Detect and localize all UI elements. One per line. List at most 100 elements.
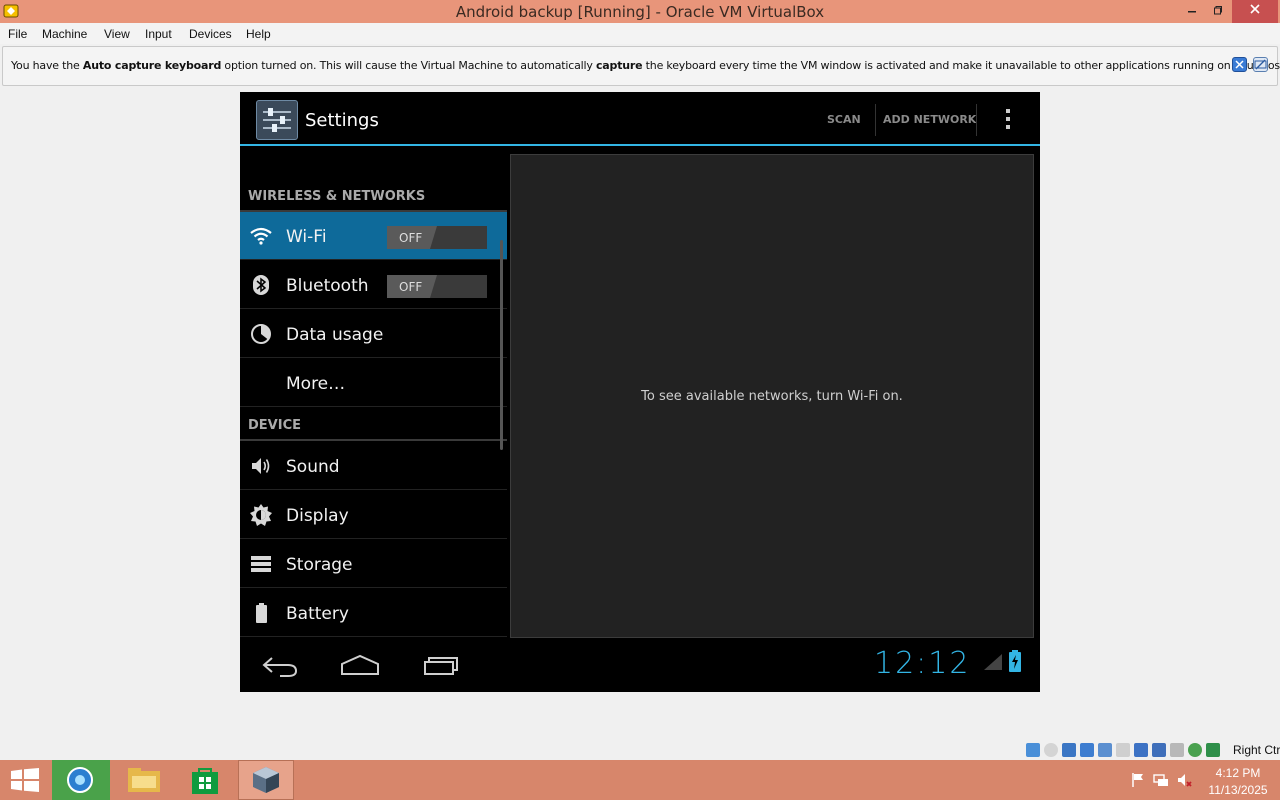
settings-item-storage[interactable]: Storage (240, 540, 507, 588)
menu-help[interactable]: Help (246, 27, 271, 41)
action-divider (875, 104, 876, 136)
info-icon (1235, 60, 1244, 69)
recent-apps-icon[interactable] (421, 652, 461, 678)
menu-file[interactable]: File (8, 27, 27, 41)
section-device: DEVICE (248, 418, 301, 433)
menu-view[interactable]: View (104, 27, 130, 41)
data-usage-icon (251, 324, 271, 344)
android-clock: 12:12 (874, 646, 971, 681)
start-button[interactable] (0, 760, 56, 800)
wifi-detail-pane: To see available networks, turn Wi-Fi on… (510, 154, 1034, 638)
taskbar-file-explorer[interactable] (115, 760, 173, 800)
battery-icon (256, 603, 267, 623)
taskbar-store[interactable] (177, 760, 233, 800)
menu-input[interactable]: Input (145, 27, 172, 41)
sound-label: Sound (286, 457, 340, 477)
more-label: More… (286, 374, 346, 394)
add-network-button[interactable]: ADD NETWORK (883, 113, 976, 126)
taskbar-time[interactable]: 4:12 PM (1208, 766, 1268, 780)
storage-label: Storage (286, 555, 353, 575)
vm-status-bar: Right Ctrl (1024, 741, 1280, 759)
windows-taskbar: 4:12 PM 11/13/2025 (0, 760, 1280, 800)
taskbar-virtualbox[interactable] (238, 760, 294, 800)
mouse-integration-icon[interactable] (1170, 743, 1184, 757)
taskbar-browser[interactable] (52, 760, 110, 800)
shared-folders-icon[interactable] (1116, 743, 1130, 757)
host-key-label: Right Ctrl (1233, 743, 1280, 757)
menu-bar: File Machine View Input Devices Help (0, 23, 1280, 44)
data-usage-label: Data usage (286, 325, 384, 345)
video-capture-icon[interactable] (1152, 743, 1166, 757)
settings-list-scrollbar[interactable] (500, 240, 503, 450)
settings-list[interactable]: WIRELESS & NETWORKS Wi-Fi OFF Bluetooth (240, 148, 507, 638)
hard-disk-icon[interactable] (1026, 743, 1040, 757)
notice-info-button[interactable] (1232, 57, 1247, 72)
bluetooth-label: Bluetooth (286, 276, 369, 296)
audio-icon[interactable] (1062, 743, 1076, 757)
settings-item-data-usage[interactable]: Data usage (240, 310, 507, 358)
notice-text-1: You have the (11, 59, 83, 72)
speaker-icon (252, 458, 270, 474)
store-icon (192, 768, 218, 794)
settings-item-sound[interactable]: Sound (240, 442, 507, 490)
notice-message: You have the Auto capture keyboard optio… (11, 59, 1280, 72)
vm-display[interactable]: Settings SCAN ADD NETWORK WIRELESS & NET… (240, 92, 1040, 692)
notice-text-3: the keyboard every time the VM window is… (642, 59, 1280, 72)
close-button[interactable] (1232, 0, 1278, 23)
display-label: Display (286, 506, 349, 526)
action-divider (976, 104, 977, 136)
virtualization-icon[interactable] (1188, 743, 1202, 757)
keyboard-capture-icon[interactable] (1206, 743, 1220, 757)
scan-button[interactable]: SCAN (827, 113, 861, 126)
close-icon (1250, 4, 1260, 14)
network-tray-icon[interactable] (1153, 772, 1169, 788)
notice-bold-2: capture (595, 59, 643, 72)
display-settings-icon[interactable] (1134, 743, 1148, 757)
settings-item-more[interactable]: More… (240, 359, 507, 407)
wifi-off-message: To see available networks, turn Wi-Fi on… (641, 389, 903, 404)
browser-globe-icon (67, 767, 93, 793)
usb-icon[interactable] (1098, 743, 1112, 757)
windows-logo-icon (11, 768, 39, 792)
settings-item-bluetooth[interactable]: Bluetooth OFF (240, 261, 507, 309)
brightness-icon (250, 504, 272, 526)
storage-icon (251, 556, 271, 572)
notice-text-2: option turned on. This will cause the Vi… (221, 59, 596, 72)
wifi-icon (250, 227, 272, 245)
network-icon[interactable] (1080, 743, 1094, 757)
settings-sliders-icon (263, 108, 291, 132)
settings-app-icon[interactable] (256, 100, 298, 140)
settings-title: Settings (305, 110, 379, 131)
overflow-menu-button[interactable] (1002, 109, 1014, 133)
settings-item-battery[interactable]: Battery (240, 589, 507, 637)
back-icon[interactable] (260, 652, 300, 678)
battery-label: Battery (286, 604, 349, 624)
minimize-button[interactable] (1178, 0, 1206, 23)
window-title-bar[interactable]: Android backup [Running] - Oracle VM Vir… (0, 0, 1280, 23)
action-center-flag-icon[interactable] (1130, 772, 1146, 788)
keyboard-capture-notice: You have the Auto capture keyboard optio… (2, 46, 1280, 86)
battery-charging-icon (1009, 650, 1021, 672)
folder-icon (128, 768, 160, 792)
bluetooth-toggle-state: OFF (399, 280, 423, 294)
settings-item-display[interactable]: Display (240, 491, 507, 539)
menu-machine[interactable]: Machine (42, 27, 87, 41)
section-divider (240, 439, 507, 441)
notice-bold-1: Auto capture keyboard (82, 59, 222, 72)
settings-item-wifi[interactable]: Wi-Fi OFF (240, 212, 507, 260)
optical-drive-icon[interactable] (1044, 743, 1058, 757)
taskbar-date[interactable]: 11/13/2025 (1206, 783, 1270, 797)
volume-muted-icon[interactable] (1177, 772, 1193, 788)
signal-icon (984, 654, 1002, 670)
section-wireless-networks: WIRELESS & NETWORKS (248, 189, 426, 204)
home-icon[interactable] (340, 652, 380, 678)
dismiss-message-icon (1254, 59, 1267, 70)
bluetooth-icon (253, 275, 269, 295)
minimize-icon (1188, 11, 1196, 13)
restore-button[interactable] (1204, 0, 1232, 23)
menu-devices[interactable]: Devices (189, 27, 232, 41)
wifi-toggle[interactable]: OFF (387, 226, 487, 249)
notice-dismiss-button[interactable] (1253, 57, 1268, 72)
bluetooth-toggle[interactable]: OFF (387, 275, 487, 298)
window-title: Android backup [Running] - Oracle VM Vir… (455, 3, 825, 21)
